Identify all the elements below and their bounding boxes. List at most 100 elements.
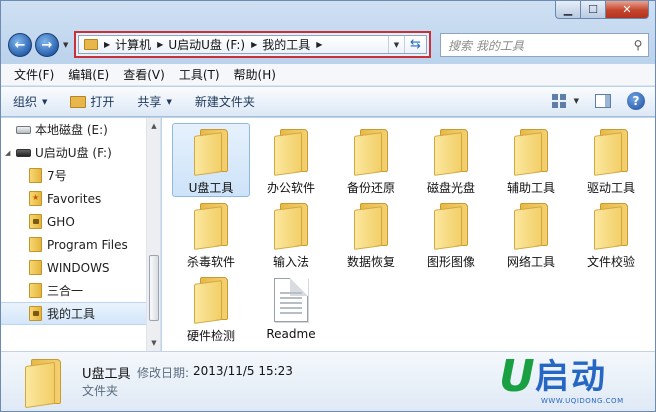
new-folder-button[interactable]: 新建文件夹 — [195, 93, 255, 110]
folder-item[interactable]: 网络工具 — [492, 197, 570, 271]
menu-tools[interactable]: 工具(T) — [172, 66, 227, 83]
tree-item-label: Program Files — [47, 237, 128, 252]
view-options-icon[interactable] — [551, 94, 566, 108]
minimize-button[interactable]: ▁ — [555, 1, 581, 19]
file-label: 磁盘光盘 — [426, 181, 475, 195]
file-label: 输入法 — [272, 255, 309, 269]
file-label: 驱动工具 — [586, 181, 635, 195]
tree-item-drive[interactable]: 本地磁盘 (E:) — [1, 118, 146, 141]
file-label: 网络工具 — [506, 255, 555, 269]
file-label: 数据恢复 — [346, 255, 395, 269]
folder-item[interactable]: 硬件检测 — [172, 271, 250, 345]
organize-label: 组织 — [13, 95, 38, 109]
tree-item-folder[interactable]: 7号 — [1, 164, 146, 187]
chevron-right-icon[interactable]: ▶ — [251, 40, 257, 49]
chevron-right-icon[interactable]: ▶ — [157, 40, 163, 49]
address-bar[interactable]: ▶ 计算机 ▶ U启动U盘 (F:) ▶ 我的工具 ▶ ▼ ⇆ — [74, 31, 431, 58]
minimize-icon: ▁ — [563, 3, 573, 16]
view-dropdown[interactable]: ▼ — [574, 97, 579, 105]
folder-icon — [592, 129, 630, 176]
tree-item-folder[interactable]: Favorites — [1, 187, 146, 210]
close-button[interactable]: ✕ — [606, 1, 649, 19]
tree-item-label: 本地磁盘 (E:) — [35, 123, 108, 137]
file-grid: U盘工具 办公软件 备份还原 磁盘光盘 辅助工具 驱动工具杀毒软件 输入法 数据恢复 图形图像 网… — [172, 123, 650, 345]
tree-item-folder[interactable]: Program Files — [1, 233, 146, 256]
back-button[interactable]: ← — [8, 33, 32, 57]
maximize-button[interactable]: ☐ — [581, 1, 606, 19]
breadcrumb-my-tools[interactable]: 我的工具 — [262, 36, 310, 53]
tree-item-label: GHO — [47, 214, 75, 229]
chevron-right-icon[interactable]: ▶ — [316, 40, 322, 49]
scroll-down-icon[interactable]: ▼ — [147, 335, 160, 351]
breadcrumb-computer[interactable]: 计算机 — [115, 36, 151, 53]
logo-text: 启动 — [535, 357, 607, 397]
refresh-icon[interactable]: ⇆ — [404, 36, 426, 53]
scrollbar-thumb[interactable] — [149, 255, 159, 321]
folder-item[interactable]: 磁盘光盘 — [412, 123, 490, 197]
locked-folder-icon — [29, 214, 42, 229]
organize-button[interactable]: 组织 ▼ — [13, 93, 47, 110]
folder-item[interactable]: 图形图像 — [412, 197, 490, 271]
address-bar-inner: ▶ 计算机 ▶ U启动U盘 (F:) ▶ 我的工具 ▶ ▼ ⇆ — [78, 35, 427, 54]
recent-pages-dropdown[interactable]: ▼ — [63, 41, 68, 49]
folder-icon — [192, 277, 230, 324]
file-label: U盘工具 — [188, 181, 234, 195]
file-item[interactable]: Readme — [252, 271, 330, 345]
folder-icon — [29, 260, 42, 275]
close-icon: ✕ — [622, 3, 632, 16]
folder-item[interactable]: U盘工具 — [172, 123, 250, 197]
view-controls: ▼ ? — [551, 92, 645, 110]
menu-view[interactable]: 查看(V) — [116, 66, 172, 83]
details-date: 2013/11/5 15:23 — [193, 364, 293, 378]
navigation-row: ← → ▼ ▶ 计算机 ▶ U启动U盘 (F:) ▶ 我的工具 ▶ ▼ ⇆ 搜索… — [1, 27, 655, 63]
folder-item[interactable]: 杀毒软件 — [172, 197, 250, 271]
tree-item-folder[interactable]: WINDOWS — [1, 256, 146, 279]
folder-icon — [192, 203, 230, 250]
file-label: 备份还原 — [346, 181, 395, 195]
tree-item-label: 7号 — [47, 169, 67, 183]
folder-icon — [432, 129, 470, 176]
help-icon[interactable]: ? — [627, 92, 645, 110]
folder-icon — [512, 203, 550, 250]
address-history-dropdown[interactable]: ▼ — [388, 36, 404, 53]
chevron-right-icon[interactable]: ▶ — [104, 40, 110, 49]
share-button[interactable]: 共享 ▼ — [137, 93, 171, 110]
menu-help[interactable]: 帮助(H) — [227, 66, 283, 83]
folder-icon — [29, 283, 42, 298]
command-bar: 组织 ▼ 打开 共享 ▼ 新建文件夹 ▼ ? — [1, 87, 655, 117]
folder-icon — [23, 359, 63, 409]
folder-item[interactable]: 输入法 — [252, 197, 330, 271]
folder-item[interactable]: 办公软件 — [252, 123, 330, 197]
arrow-right-icon: → — [41, 37, 53, 53]
folder-item[interactable]: 数据恢复 — [332, 197, 410, 271]
logo-url: WWW.UQIDONG.COM — [541, 397, 624, 405]
menu-edit[interactable]: 编辑(E) — [61, 66, 116, 83]
folder-item[interactable]: 辅助工具 — [492, 123, 570, 197]
search-icon[interactable]: ⚲ — [628, 38, 648, 52]
breadcrumb-usb-drive[interactable]: U启动U盘 (F:) — [168, 36, 245, 53]
forward-button[interactable]: → — [35, 33, 59, 57]
scroll-up-icon[interactable]: ▲ — [147, 118, 160, 134]
folder-item[interactable]: 文件校验 — [572, 197, 650, 271]
search-input[interactable]: 搜索 我的工具 — [448, 37, 628, 54]
tree-item-folder[interactable]: 三合一 — [1, 279, 146, 302]
folder-item[interactable]: 驱动工具 — [572, 123, 650, 197]
logo-letter: U — [499, 351, 535, 402]
menu-file[interactable]: 文件(F) — [7, 66, 61, 83]
navigation-pane: 本地磁盘 (E:) ◢ U启动U盘 (F:) 7号 Favorites GHO Progra… — [1, 118, 161, 351]
tree-item-folder[interactable]: GHO — [1, 210, 146, 233]
tree-item-label: Favorites — [47, 191, 102, 206]
preview-pane-icon[interactable] — [595, 94, 611, 108]
open-button[interactable]: 打开 — [70, 93, 114, 110]
navigation-scrollbar[interactable]: ▲ ▼ — [146, 118, 160, 351]
folder-item[interactable]: 备份还原 — [332, 123, 410, 197]
expand-icon[interactable]: ◢ — [5, 149, 10, 157]
search-box[interactable]: 搜索 我的工具 ⚲ — [440, 33, 649, 57]
share-label: 共享 — [137, 95, 162, 109]
folder-icon — [29, 168, 42, 183]
tree-item-drive[interactable]: ◢ U启动U盘 (F:) — [1, 141, 146, 164]
usb-drive-icon — [16, 148, 31, 157]
folder-icon — [512, 129, 550, 176]
caption-buttons: ▁ ☐ ✕ — [555, 1, 649, 19]
tree-item-folder[interactable]: 我的工具 — [1, 302, 146, 325]
